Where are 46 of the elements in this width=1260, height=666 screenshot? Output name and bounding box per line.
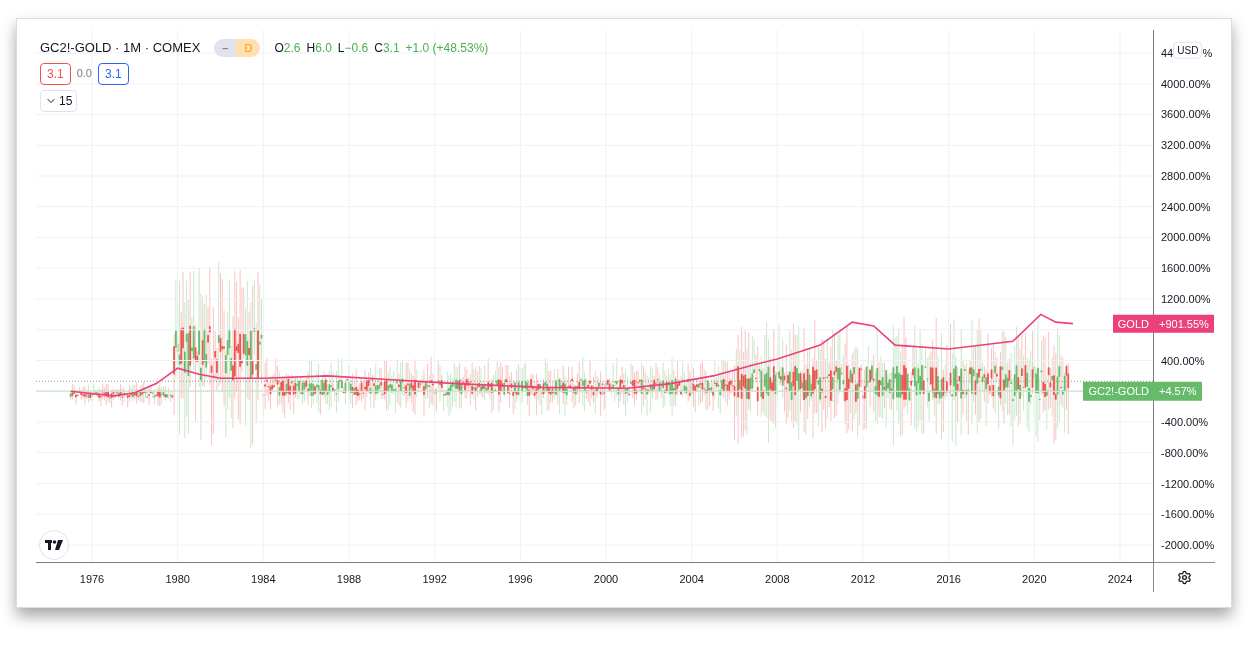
collapse-button[interactable]: 15 (40, 89, 78, 112)
time-axis-label: 2004 (679, 572, 704, 587)
time-axis-label: 2012 (850, 572, 876, 587)
time-axis-label: 1992 (422, 572, 447, 587)
change-value: +1.0 (+48.53%) (405, 39, 489, 57)
indicator-value: 0.0 (76, 66, 92, 82)
time-axis-label: 2000 (593, 572, 619, 587)
time-axis-label: 2008 (765, 572, 790, 587)
ohlc-value: H6.0 (306, 39, 332, 57)
axis-tick-label: -800.00% (1161, 445, 1209, 461)
series-value-label: +4.57% (1154, 382, 1202, 401)
ohlc-value: O2.6 (274, 39, 301, 57)
settings-icon[interactable] (1177, 570, 1192, 585)
axis-tick-label: 1200.00% (1161, 291, 1211, 307)
axis-tick-label: 2800.00% (1161, 168, 1211, 184)
ohlc-value: L−0.6 (337, 39, 369, 57)
ohlc-value: C3.1 (374, 39, 400, 57)
time-axis-label: 1980 (165, 572, 190, 587)
axis-tick-label: 2000.00% (1161, 230, 1211, 246)
time-axis-label: 1996 (508, 572, 533, 587)
indicator-value: 3.1 (98, 62, 129, 85)
axis-tick-label: -2000.00% (1161, 537, 1215, 553)
series-name-label: GC2!-GOLD (1083, 382, 1154, 401)
axis-tick-label: 44 (1161, 45, 1174, 61)
time-axis-label: 2020 (1022, 572, 1047, 587)
indicator-value: 3.1 (40, 62, 71, 85)
axis-tick-label: 400.00% (1161, 353, 1205, 369)
axis-tick-label: -400.00% (1161, 414, 1209, 430)
axis-tick-label: 2400.00% (1161, 199, 1211, 215)
series-value-label: +901.55% (1154, 314, 1214, 333)
time-axis-label: 1976 (79, 572, 105, 587)
series-name-label: GOLD (1112, 314, 1154, 333)
time-axis-label: 1988 (336, 572, 362, 587)
time-axis-label: 2016 (936, 572, 961, 587)
axis-tick-label: -1200.00% (1161, 476, 1215, 492)
symbol-title: GC2!-GOLD · 1M · COMEX (40, 39, 201, 57)
axis-tick-label: -1600.00% (1161, 507, 1215, 522)
logo-icon (39, 530, 69, 560)
axis-tick-label: 3200.00% (1161, 138, 1211, 153)
axis-tick-label: 1600.00% (1161, 261, 1211, 276)
currency-button[interactable]: USD (1173, 41, 1203, 59)
axis-tick-label: % (1202, 45, 1213, 61)
axis-tick-label: 4000.00% (1161, 76, 1211, 92)
time-axis-label: 1984 (251, 572, 276, 587)
time-axis-label: 2024 (1107, 572, 1133, 587)
axis-tick-label: 3600.00% (1161, 107, 1211, 123)
